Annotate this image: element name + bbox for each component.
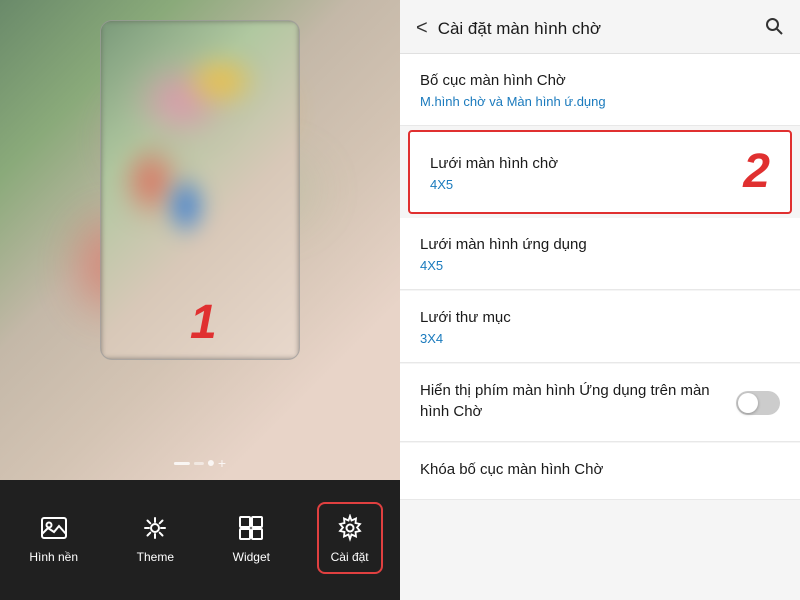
luoi-row: Lưới màn hình chờ 4X5 2	[430, 148, 770, 196]
settings-item-luoi-ung-dung[interactable]: Lưới màn hình ứng dụng 4X5	[400, 218, 800, 290]
inner-blob-4	[161, 171, 211, 241]
luoi-cho-subtitle: 4X5	[430, 177, 558, 192]
dot-line-1	[174, 462, 190, 465]
left-panel: + 1 Hình nền Theme	[0, 0, 400, 600]
dot-line-2	[194, 462, 204, 465]
theme-icon	[139, 512, 171, 544]
screen-inner	[101, 21, 299, 359]
cai-dat-label: Cài đặt	[331, 550, 369, 564]
dot-circle	[208, 460, 214, 466]
widget-label: Widget	[233, 550, 270, 564]
bottom-navigation: Hình nền Theme Widget	[0, 480, 400, 600]
settings-item-bo-cuc[interactable]: Bố cục màn hình Chờ M.hình chờ và Màn hì…	[400, 54, 800, 126]
settings-header: < Cài đặt màn hình chờ	[400, 0, 800, 54]
bo-cuc-subtitle: M.hình chờ và Màn hình ứ.dụng	[420, 94, 780, 109]
settings-item-khoa-bo-cuc[interactable]: Khóa bố cục màn hình Chờ	[400, 443, 800, 500]
luoi-cho-title: Lưới màn hình chờ	[430, 153, 558, 174]
step-2-badge: 2	[743, 148, 770, 196]
hien-thi-phim-title: Hiển thị phím màn hình Ứng dụng trên màn…	[420, 380, 736, 422]
luoi-ung-dung-subtitle: 4X5	[420, 258, 780, 273]
wallpaper-area: + 1	[0, 0, 400, 480]
luoi-text: Lưới màn hình chờ 4X5	[430, 153, 558, 192]
khoa-bo-cuc-title: Khóa bố cục màn hình Chờ	[420, 459, 780, 480]
nav-item-cai-dat[interactable]: Cài đặt	[317, 502, 383, 574]
settings-icon	[334, 512, 366, 544]
screen-preview	[100, 20, 300, 360]
toggle-switch[interactable]	[736, 391, 780, 415]
luoi-thu-muc-subtitle: 3X4	[420, 331, 780, 346]
nav-item-hinh-nen[interactable]: Hình nền	[17, 504, 90, 572]
header-left: < Cài đặt màn hình chờ	[416, 17, 601, 40]
hinh-nen-label: Hình nền	[29, 550, 78, 564]
theme-label: Theme	[137, 550, 174, 564]
settings-item-luoi-thu-muc[interactable]: Lưới thư mục 3X4	[400, 291, 800, 363]
dot-plus: +	[218, 456, 226, 470]
bo-cuc-title: Bố cục màn hình Chờ	[420, 70, 780, 91]
image-icon	[38, 512, 70, 544]
header-title: Cài đặt màn hình chờ	[438, 19, 601, 39]
toggle-thumb	[738, 393, 758, 413]
search-button[interactable]	[764, 16, 784, 41]
luoi-ung-dung-title: Lưới màn hình ứng dụng	[420, 234, 780, 255]
inner-blob-2	[181, 51, 261, 111]
settings-list: Bố cục màn hình Chờ M.hình chờ và Màn hì…	[400, 54, 800, 600]
nav-item-theme[interactable]: Theme	[125, 504, 186, 572]
right-panel: < Cài đặt màn hình chờ Bố cục màn hình C…	[400, 0, 800, 600]
toggle-row: Hiển thị phím màn hình Ứng dụng trên màn…	[420, 380, 780, 425]
dots-indicator: +	[174, 456, 226, 470]
widget-icon	[235, 512, 267, 544]
settings-item-hien-thi-phim[interactable]: Hiển thị phím màn hình Ứng dụng trên màn…	[400, 364, 800, 442]
settings-item-luoi-man-hinh-cho[interactable]: Lưới màn hình chờ 4X5 2	[408, 130, 792, 214]
back-button[interactable]: <	[416, 17, 428, 40]
luoi-thu-muc-title: Lưới thư mục	[420, 307, 780, 328]
nav-item-widget[interactable]: Widget	[221, 504, 282, 572]
